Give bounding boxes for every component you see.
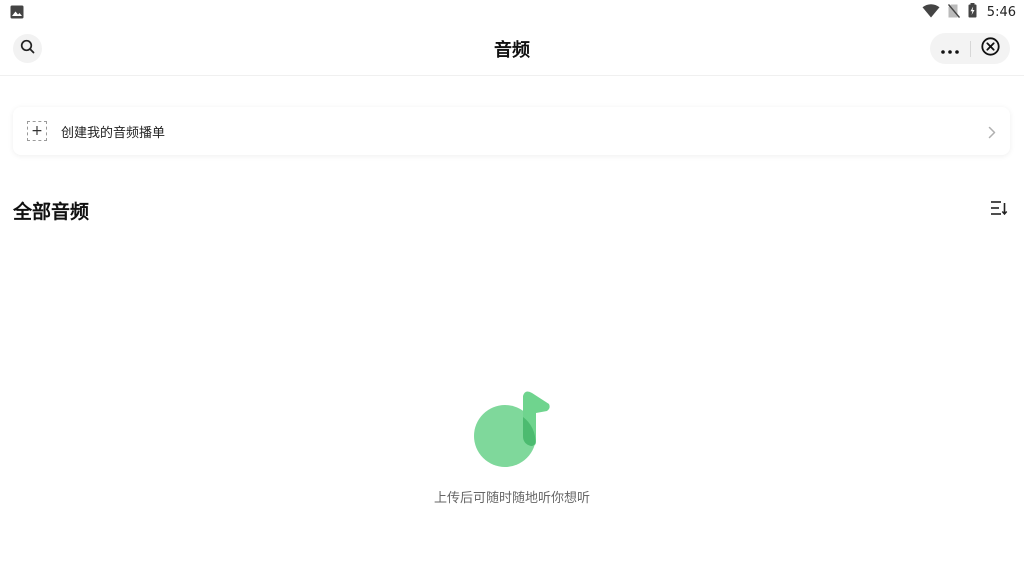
- create-playlist-card[interactable]: + 创建我的音频播单: [13, 107, 1010, 155]
- page-title: 音频: [494, 40, 530, 61]
- empty-state-text: 上传后可随时随地听你想听: [433, 491, 590, 506]
- image-notification-icon: [10, 4, 24, 19]
- nav-bar: 音频: [0, 24, 1024, 76]
- more-dots-icon: [941, 39, 959, 58]
- status-time: 5:46: [986, 4, 1016, 20]
- status-bar: 5:46: [0, 0, 1024, 24]
- battery-charging-icon: [968, 2, 977, 22]
- music-note-icon: [470, 386, 554, 472]
- sort-icon: [990, 201, 1008, 220]
- status-icons: 5:46: [922, 2, 1016, 22]
- sort-button[interactable]: [990, 200, 1008, 216]
- no-sim-icon: [947, 3, 960, 22]
- chevron-right-icon: [988, 124, 996, 143]
- section-title: 全部音频: [13, 201, 90, 223]
- add-icon: +: [27, 121, 47, 141]
- close-button[interactable]: [971, 33, 1010, 64]
- create-playlist-label: 创建我的音频播单: [61, 126, 166, 141]
- wifi-icon: [922, 3, 940, 22]
- menu-capsule: [930, 33, 1010, 64]
- close-circle-icon: [981, 37, 1000, 60]
- more-button[interactable]: [930, 33, 970, 64]
